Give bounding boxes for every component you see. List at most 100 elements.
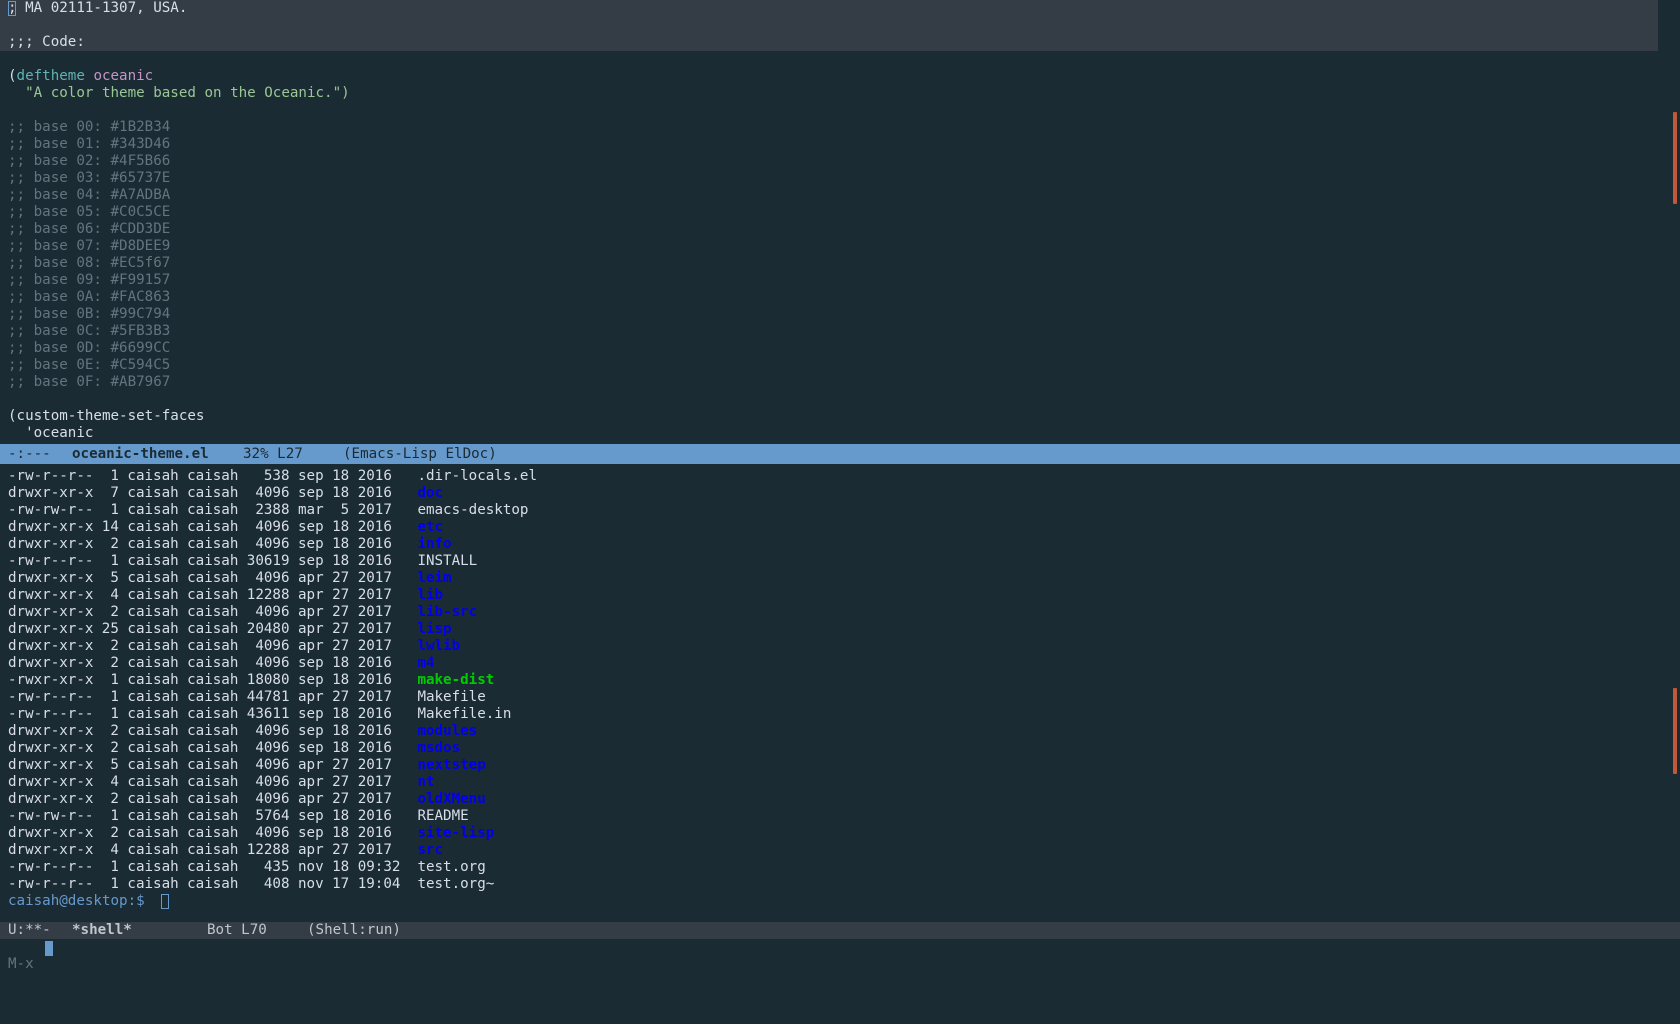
listing-row: -rw-r--r-- 1 caisah caisah 44781 apr 27 2017 Mak… <box>8 689 1608 706</box>
listing-size: 4096 <box>255 536 290 552</box>
listing-name[interactable]: Makefile <box>417 689 485 706</box>
listing-day: 18 <box>332 536 350 552</box>
listing-perms: drwxr-xr-x <box>8 485 94 501</box>
listing-row: drwxr-xr-x 14 caisah caisah 4096 sep 18 2016 etc <box>8 519 1608 536</box>
listing-group: caisah <box>187 502 239 518</box>
listing-row: drwxr-xr-x 25 caisah caisah 20480 apr 27 2017 li… <box>8 621 1608 638</box>
listing-name[interactable]: README <box>417 808 468 825</box>
listing-name[interactable]: INSTALL <box>417 553 477 570</box>
code-line: ;; base 08: #EC5f67 <box>8 255 170 272</box>
listing-size: 43611 <box>246 706 290 722</box>
listing-name[interactable]: msdos <box>417 740 460 757</box>
listing-name[interactable]: site-lisp <box>417 825 494 842</box>
listing-name[interactable]: lib <box>417 587 443 604</box>
listing-month: sep <box>298 808 324 824</box>
listing-name[interactable]: info <box>417 536 451 553</box>
scrollbar-fringe-bottom[interactable] <box>1658 464 1680 922</box>
listing-perms: drwxr-xr-x <box>8 825 94 841</box>
listing-owner: caisah <box>127 570 179 586</box>
mode-line-buffer-name[interactable]: *shell* <box>72 922 132 939</box>
listing-month: apr <box>298 621 324 637</box>
listing-name[interactable]: nextstep <box>417 757 485 774</box>
listing-row: drwxr-xr-x 7 caisah caisah 4096 sep 18 2016 doc <box>8 485 1608 502</box>
editor-buffer-oceanic-theme[interactable]: ; MA 02111-1307, USA. ;;; Code: (deftheme … <box>0 0 1658 444</box>
listing-size: 4096 <box>255 655 290 671</box>
listing-time: 2017 <box>357 638 392 654</box>
listing-group: caisah <box>187 485 239 501</box>
listing-name[interactable]: modules <box>417 723 477 740</box>
listing-links: 1 <box>110 808 119 824</box>
listing-month: apr <box>298 757 324 773</box>
minibuffer[interactable]: M-x <box>0 939 1680 972</box>
listing-month: sep <box>298 519 324 535</box>
listing-row: -rwxr-xr-x 1 caisah caisah 18080 sep 18 2016 mak… <box>8 672 1608 689</box>
listing-row: drwxr-xr-x 5 caisah caisah 4096 apr 27 2017 next… <box>8 757 1608 774</box>
listing-name[interactable]: test.org <box>417 859 485 876</box>
listing-time: 2017 <box>357 621 392 637</box>
shell-buffer[interactable]: -rw-r--r-- 1 caisah caisah 538 sep 18 2016 .dir-… <box>0 464 1658 922</box>
minibuffer-cursor <box>45 941 53 956</box>
listing-day: 18 <box>332 485 350 501</box>
mode-line-active[interactable]: -:--- oceanic-theme.el 32% L27 (Emacs-Li… <box>0 444 1680 464</box>
listing-name[interactable]: doc <box>417 485 443 502</box>
mode-line-modes[interactable]: (Emacs-Lisp ElDoc) <box>343 444 497 464</box>
listing-name[interactable]: lwlib <box>417 638 460 655</box>
code-line: ;; base 0A: #FAC863 <box>8 289 170 306</box>
listing-day: 18 <box>332 468 350 484</box>
code-line: ;; base 0B: #99C794 <box>8 306 170 323</box>
listing-name[interactable]: Makefile.in <box>417 706 511 723</box>
code-token: ;; base 07: #D8DEE9 <box>8 238 171 254</box>
mode-line-buffer-name[interactable]: oceanic-theme.el <box>72 444 209 464</box>
listing-size: 5764 <box>255 808 290 824</box>
code-line: ;; base 0F: #AB7967 <box>8 374 170 391</box>
listing-name[interactable]: make-dist <box>417 672 494 689</box>
scroll-indicator-bottom[interactable] <box>1673 688 1677 774</box>
listing-name[interactable]: .dir-locals.el <box>417 468 537 485</box>
listing-name[interactable]: oldXMenu <box>417 791 485 808</box>
listing-name[interactable]: lib-src <box>417 604 477 621</box>
listing-time: 2016 <box>357 553 392 569</box>
code-token: ;; base 0E: #C594C5 <box>8 357 171 373</box>
listing-time: 2016 <box>357 672 392 688</box>
listing-month: apr <box>298 638 324 654</box>
listing-month: apr <box>298 689 324 705</box>
listing-name[interactable]: leim <box>417 570 451 587</box>
listing-row: -rw-rw-r-- 1 caisah caisah 2388 mar 5 2017 emacs… <box>8 502 1608 519</box>
listing-time: 2016 <box>357 468 392 484</box>
listing-name[interactable]: test.org~ <box>417 876 494 893</box>
listing-size: 4096 <box>255 604 290 620</box>
listing-time: 19:04 <box>357 876 401 892</box>
listing-name[interactable]: lisp <box>417 621 451 638</box>
listing-links: 2 <box>110 791 119 807</box>
listing-links: 4 <box>110 774 119 790</box>
listing-links: 14 <box>101 519 119 535</box>
code-line: ;; base 02: #4F5B66 <box>8 153 170 170</box>
mode-line-inactive[interactable]: U:**- *shell* Bot L70 (Shell:run) <box>0 922 1680 939</box>
listing-owner: caisah <box>127 587 179 603</box>
listing-name[interactable]: m4 <box>417 655 434 672</box>
listing-row: -rw-r--r-- 1 caisah caisah 30619 sep 18 2016 INS… <box>8 553 1608 570</box>
listing-perms: drwxr-xr-x <box>8 519 94 535</box>
listing-links: 2 <box>110 655 119 671</box>
scrollbar-fringe-top[interactable] <box>1658 0 1680 444</box>
listing-name[interactable]: src <box>417 842 443 859</box>
mode-line-modes[interactable]: (Shell:run) <box>307 922 401 939</box>
listing-day: 27 <box>332 604 350 620</box>
listing-name[interactable]: etc <box>417 519 443 536</box>
listing-row: drwxr-xr-x 2 caisah caisah 4096 sep 18 2016 modu… <box>8 723 1608 740</box>
listing-owner: caisah <box>127 774 179 790</box>
listing-name[interactable]: emacs-desktop <box>417 502 528 519</box>
code-line: ; MA 02111-1307, USA. <box>8 0 187 17</box>
shell-prompt-line[interactable]: caisah@desktop:$ <box>8 893 408 910</box>
listing-month: sep <box>298 723 324 739</box>
listing-perms: drwxr-xr-x <box>8 757 94 773</box>
listing-perms: drwxr-xr-x <box>8 774 94 790</box>
listing-row: -rw-rw-r-- 1 caisah caisah 5764 sep 18 2016 READ… <box>8 808 1608 825</box>
listing-time: 2017 <box>357 757 392 773</box>
listing-size: 4096 <box>255 757 290 773</box>
scroll-indicator-top[interactable] <box>1673 112 1677 204</box>
listing-perms: drwxr-xr-x <box>8 536 94 552</box>
listing-name[interactable]: nt <box>417 774 434 791</box>
mode-line-status: U:**- <box>8 922 51 938</box>
listing-time: 2016 <box>357 825 392 841</box>
